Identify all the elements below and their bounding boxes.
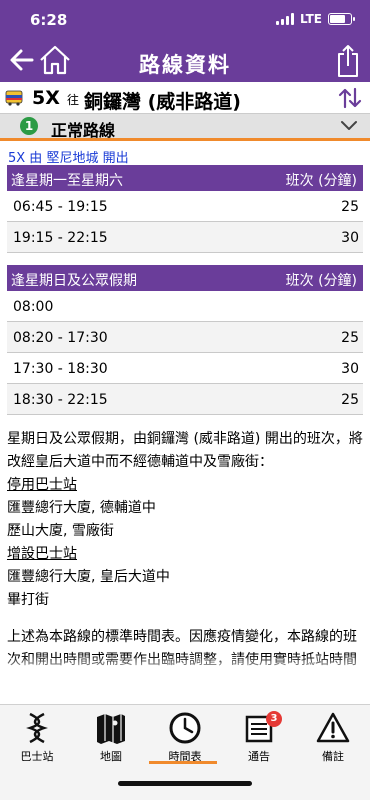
share-icon[interactable]	[336, 44, 360, 78]
table-row: 19:15 - 22:15 30	[7, 222, 363, 253]
home-indicator	[118, 781, 252, 786]
section-header: 逢星期日及公眾假期 班次 (分鐘)	[7, 265, 363, 291]
added-stop: 畢打街	[7, 592, 49, 608]
status-time: 6:28	[30, 11, 68, 29]
battery-icon	[328, 13, 355, 25]
notice-count-badge: 3	[266, 711, 282, 727]
notes-intro: 星期日及公眾假期，由銅鑼灣 (威非路道) 開出的班次，將改經皇后大道中而不經德輔…	[7, 431, 363, 470]
section-header: 逢星期一至星期六 班次 (分鐘)	[7, 165, 363, 191]
table-row: 06:45 - 19:15 25	[7, 191, 363, 222]
table-row: 17:30 - 18:30 30	[7, 353, 363, 384]
time-range: 08:00	[13, 299, 54, 315]
frequency: 25	[341, 392, 359, 408]
departure-info: 5X 由 堅尼地城 開出	[8, 151, 129, 166]
active-tab-indicator	[149, 761, 217, 764]
timetable-sunday-holiday: 逢星期日及公眾假期 班次 (分鐘) 08:00 08:20 - 17:30 25…	[7, 265, 363, 415]
swap-direction-icon[interactable]	[338, 87, 362, 109]
bus-icon	[5, 90, 23, 106]
cancelled-stop: 匯豐總行大廈, 德輔道中	[7, 500, 156, 516]
tab-label: 地圖	[100, 750, 122, 763]
network-label: LTE	[299, 12, 322, 26]
table-row: 18:30 - 22:15 25	[7, 384, 363, 415]
frequency: 25	[341, 199, 359, 215]
signal-icon	[275, 13, 294, 25]
frequency: 30	[341, 361, 359, 377]
frequency-header: 班次 (分鐘)	[285, 173, 357, 189]
route-to-label: 往	[67, 93, 80, 107]
tab-label: 巴士站	[20, 750, 54, 763]
time-range: 06:45 - 19:15	[13, 199, 108, 215]
time-range: 17:30 - 18:30	[13, 361, 108, 377]
clock-icon	[169, 712, 201, 744]
table-row: 08:20 - 17:30 25	[7, 322, 363, 353]
map-icon	[97, 714, 125, 744]
nav-bar: 路線資料	[0, 40, 370, 82]
frequency: 30	[341, 230, 359, 246]
cancelled-stop: 歷山大廈, 雪廠街	[7, 523, 114, 539]
added-stops-title: 增設巴士站	[7, 546, 77, 562]
status-bar: 6:28 LTE	[0, 0, 370, 40]
divider	[0, 138, 370, 141]
added-stop: 匯豐總行大廈, 皇后大道中	[7, 569, 170, 585]
tab-bus-stops[interactable]: 巴士站	[0, 711, 74, 771]
chevron-down-icon	[341, 121, 357, 130]
bus-stops-icon	[26, 712, 48, 744]
route-destination: 銅鑼灣 (威非路道)	[84, 91, 241, 113]
tab-notices[interactable]: 3 通告	[222, 711, 296, 771]
section-title: 逢星期日及公眾假期	[11, 273, 137, 289]
timetable-weekday: 逢星期一至星期六 班次 (分鐘) 06:45 - 19:15 25 19:15 …	[7, 165, 363, 253]
tab-map[interactable]: 地圖	[74, 711, 148, 771]
time-range: 19:15 - 22:15	[13, 230, 108, 246]
table-row: 08:00	[7, 291, 363, 322]
frequency-header: 班次 (分鐘)	[285, 273, 357, 289]
tab-label: 備註	[322, 750, 344, 763]
variant-badge: 1	[20, 117, 38, 135]
route-variant-selector[interactable]: 1 正常路線	[0, 114, 370, 140]
scroll-fade	[0, 655, 370, 675]
page-title: 路線資料	[139, 53, 231, 77]
time-range: 08:20 - 17:30	[13, 330, 108, 346]
section-title: 逢星期一至星期六	[11, 173, 123, 189]
frequency: 25	[341, 330, 359, 346]
route-number: 5X	[32, 87, 60, 109]
route-notes: 星期日及公眾假期，由銅鑼灣 (威非路道) 開出的班次，將改經皇后大道中而不經德輔…	[7, 428, 363, 612]
warning-icon	[316, 712, 350, 743]
cancelled-stops-title: 停用巴士站	[7, 477, 77, 493]
time-range: 18:30 - 22:15	[13, 392, 108, 408]
tab-remarks[interactable]: 備註	[296, 711, 370, 771]
route-header: 5X 往 銅鑼灣 (威非路道)	[0, 82, 370, 114]
tab-label: 通告	[248, 750, 270, 763]
